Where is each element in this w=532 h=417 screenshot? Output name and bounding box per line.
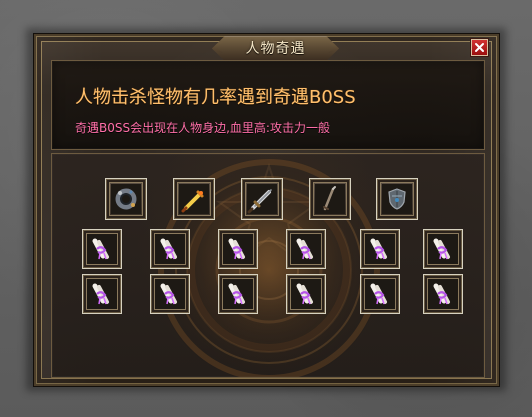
scroll-icon [155, 234, 185, 264]
reward-area [51, 153, 485, 378]
scroll-reward-8[interactable] [150, 274, 190, 314]
scroll-reward-7[interactable] [82, 274, 122, 314]
title-plaque: 人物奇遇 [212, 36, 339, 61]
top-reward-5[interactable] [376, 178, 418, 220]
scroll-icon [87, 279, 117, 309]
headline-text: 人物击杀怪物有几率遇到奇遇B0SS [75, 87, 356, 108]
close-icon [475, 43, 484, 52]
scroll-icon [365, 279, 395, 309]
scroll-icon [428, 279, 458, 309]
scroll-reward-1[interactable] [82, 229, 122, 269]
top-reward-2[interactable] [173, 178, 215, 220]
bracelet-icon [111, 184, 141, 214]
golden-sword-icon [179, 184, 209, 214]
game-background: 人物奇遇 人物击杀怪物有几率遇到奇遇B0SS 奇遇B0SS会出现在人物身边,血里… [0, 0, 532, 417]
scroll-icon [428, 234, 458, 264]
scroll-reward-6[interactable] [423, 229, 463, 269]
encounter-window: 人物奇遇 人物击杀怪物有几率遇到奇遇B0SS 奇遇B0SS会出现在人物身边,血里… [34, 34, 499, 386]
scroll-reward-10[interactable] [286, 274, 326, 314]
scroll-icon [223, 234, 253, 264]
scroll-reward-11[interactable] [360, 274, 400, 314]
top-reward-1[interactable] [105, 178, 147, 220]
boss-description: 奇遇B0SS会出现在人物身边,血里高:攻击力一般 [75, 121, 330, 135]
scroll-reward-9[interactable] [218, 274, 258, 314]
scroll-icon [291, 234, 321, 264]
info-box: 人物击杀怪物有几率遇到奇遇B0SS 奇遇B0SS会出现在人物身边,血里高:攻击力… [51, 60, 485, 150]
shield-helm-icon [382, 184, 412, 214]
scroll-reward-5[interactable] [360, 229, 400, 269]
scroll-reward-4[interactable] [286, 229, 326, 269]
top-reward-4[interactable] [309, 178, 351, 220]
scroll-reward-3[interactable] [218, 229, 258, 269]
top-reward-3[interactable] [241, 178, 283, 220]
scroll-reward-2[interactable] [150, 229, 190, 269]
scroll-icon [155, 279, 185, 309]
scroll-icon [365, 234, 395, 264]
window-title: 人物奇遇 [245, 41, 306, 57]
scroll-icon [223, 279, 253, 309]
broadsword-icon [247, 184, 277, 214]
staff-icon [315, 184, 345, 214]
scroll-reward-12[interactable] [423, 274, 463, 314]
scroll-icon [87, 234, 117, 264]
scroll-icon [291, 279, 321, 309]
close-button[interactable] [471, 39, 488, 56]
